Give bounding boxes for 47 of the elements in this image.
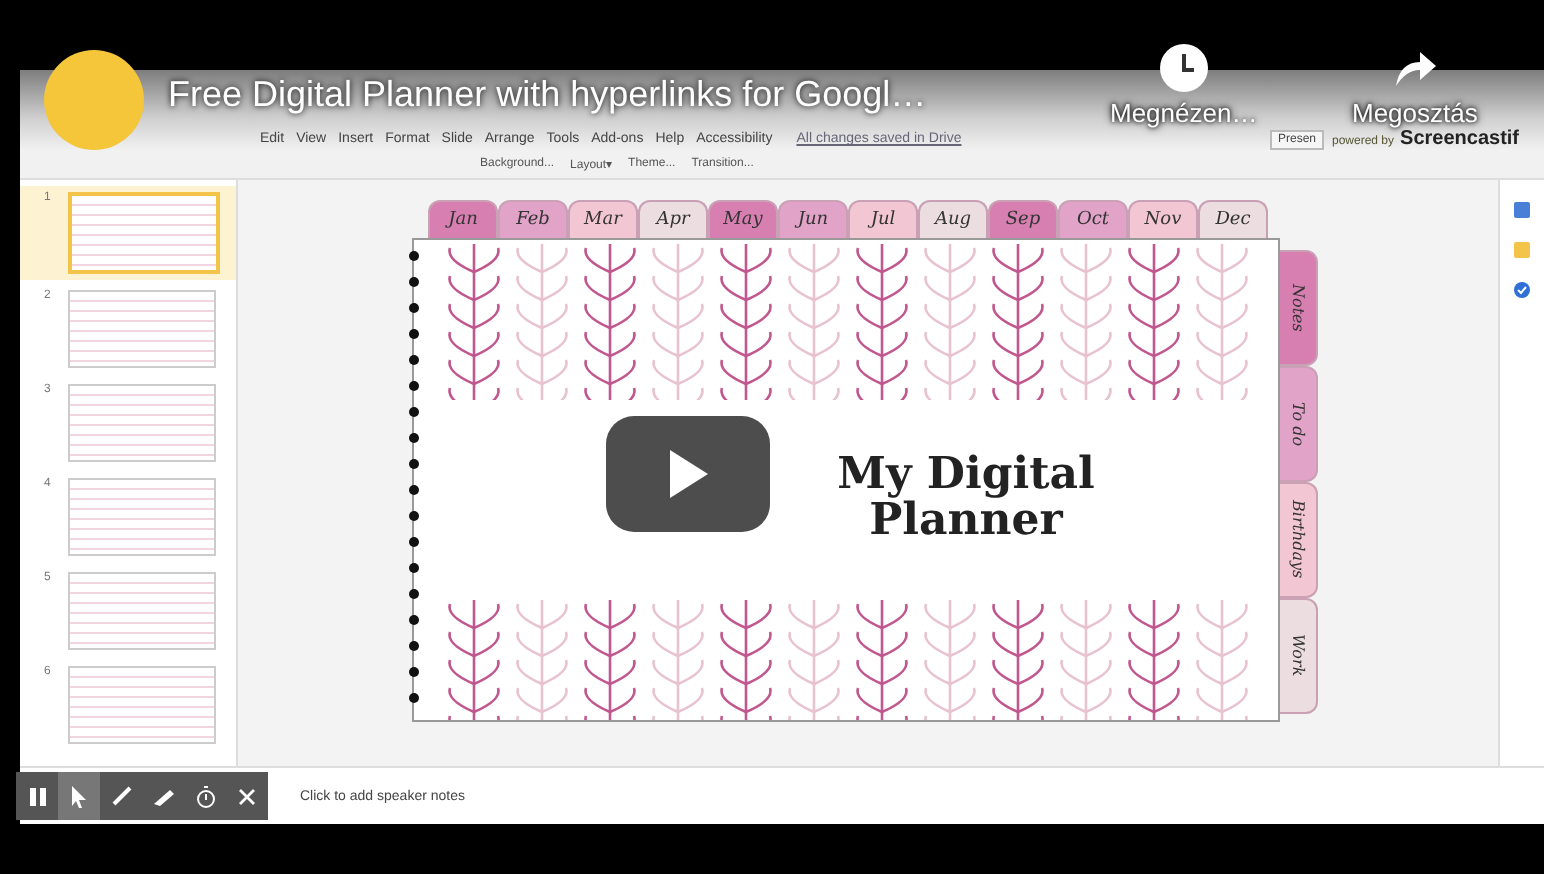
leaf-branch-drawing (652, 600, 704, 720)
slide-thumbnail[interactable] (68, 666, 216, 744)
month-tab[interactable]: Jan (428, 200, 498, 238)
slide-thumbnail[interactable] (68, 192, 220, 274)
leaf-branch-drawing (788, 600, 840, 720)
leaf-branch-drawing (924, 600, 976, 720)
month-tab[interactable]: Jul (848, 200, 918, 238)
timer-icon (195, 785, 215, 807)
section-tab[interactable]: Birthdays (1280, 482, 1318, 598)
leaf-branch-drawing (992, 600, 1044, 720)
month-tab[interactable]: Nov (1128, 200, 1198, 238)
check-circle-icon[interactable] (1512, 280, 1532, 300)
slide-thumbnail[interactable] (68, 290, 216, 368)
leaf-branch-drawing (448, 600, 500, 720)
pause-icon (29, 787, 45, 805)
month-tab[interactable]: Mar (568, 200, 638, 238)
close-icon (238, 787, 256, 805)
month-tab[interactable]: Jun (778, 200, 848, 238)
section-tab[interactable]: Work (1280, 598, 1318, 714)
month-tab[interactable]: Dec (1198, 200, 1268, 238)
slide-thumbnail[interactable] (68, 572, 216, 650)
slide-thumbnail[interactable] (68, 384, 216, 462)
clock-icon[interactable] (1157, 42, 1210, 94)
play-button[interactable] (606, 415, 770, 531)
leaf-branch-drawing (856, 600, 908, 720)
month-tab[interactable]: Feb (498, 200, 568, 238)
leaf-branch-drawing (1128, 600, 1180, 720)
cursor-button[interactable] (58, 772, 100, 820)
month-tab[interactable]: Oct (1058, 200, 1128, 238)
leaf-branch-drawing (1196, 600, 1248, 720)
recorder-brand: Screencastif (1400, 130, 1520, 150)
planner-title: My Digital Planner (835, 451, 1097, 545)
play-icon (666, 447, 710, 499)
leaf-branch-drawing (584, 600, 636, 720)
leaf-branch-drawing (1060, 600, 1112, 720)
section-tab[interactable]: Notes (1280, 250, 1318, 366)
month-tab[interactable]: Apr (638, 200, 708, 238)
leaf-branch-drawing (516, 600, 568, 720)
pen-icon (111, 786, 131, 806)
month-tab[interactable]: May (708, 200, 778, 238)
highlighter-icon (151, 786, 175, 806)
section-tab[interactable]: To do (1280, 366, 1318, 482)
slide-thumbnail[interactable] (68, 478, 216, 556)
month-tab[interactable]: Sep (988, 200, 1058, 238)
cursor-icon (70, 785, 88, 807)
leaf-branch-drawing (720, 600, 772, 720)
month-tab[interactable]: Aug (918, 200, 988, 238)
